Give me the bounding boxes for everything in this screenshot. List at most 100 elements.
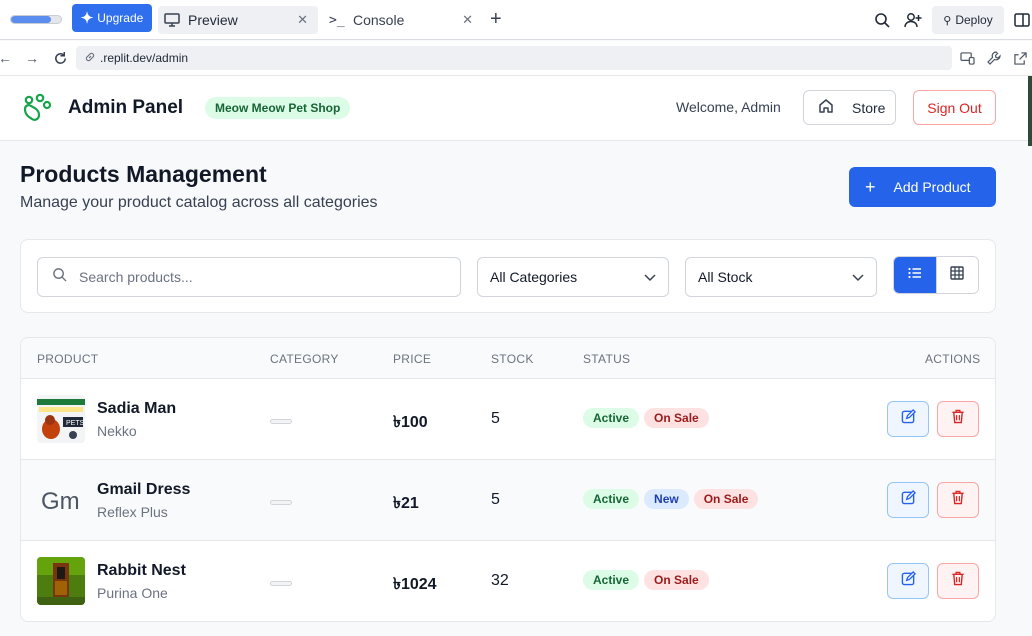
trash-icon — [951, 409, 965, 429]
browser-tab-bar: ✦ Upgrade Preview ✕ >_ Console ✕ + ⚲ Dep… — [0, 0, 1032, 40]
status-badge-on-sale: On Sale — [693, 489, 759, 509]
svg-text:PETS: PETS — [66, 420, 85, 427]
grid-view-button[interactable] — [935, 257, 978, 293]
tab-console[interactable]: >_ Console ✕ — [323, 6, 483, 34]
column-header-stock: STOCK — [491, 352, 534, 366]
load-progress-fill — [11, 16, 51, 23]
home-icon — [818, 98, 834, 117]
tab-label: Console — [353, 12, 405, 28]
close-icon[interactable]: ✕ — [462, 12, 473, 28]
product-image — [37, 557, 85, 605]
list-view-button[interactable] — [894, 257, 936, 293]
product-stock: 5 — [491, 491, 500, 508]
new-tab-icon[interactable]: + — [490, 8, 502, 30]
edit-button[interactable] — [887, 401, 929, 437]
paw-logo-icon — [20, 92, 52, 124]
delete-button[interactable] — [937, 563, 979, 599]
category-pill — [270, 581, 292, 586]
deploy-button[interactable]: ⚲ Deploy — [932, 6, 1004, 34]
tab-label: Preview — [188, 12, 238, 28]
column-header-product: PRODUCT — [37, 352, 99, 366]
product-brand: Nekko — [97, 423, 137, 439]
invite-user-icon[interactable] — [903, 10, 923, 30]
column-header-price: PRICE — [393, 352, 432, 366]
search-icon[interactable] — [872, 10, 892, 30]
product-name: Rabbit Nest — [97, 562, 186, 579]
filter-bar: All Categories All Stock — [20, 239, 996, 313]
edit-button[interactable] — [887, 563, 929, 599]
monitor-icon — [164, 13, 182, 27]
search-box[interactable] — [37, 257, 461, 297]
status-badge-on-sale: On Sale — [644, 408, 709, 428]
store-button[interactable]: Store — [803, 90, 896, 125]
page-title: Products Management — [20, 161, 267, 187]
add-product-label: Add Product — [893, 179, 971, 195]
product-image: PETS — [37, 395, 85, 443]
terminal-icon: >_ — [329, 12, 345, 28]
search-icon — [52, 267, 67, 287]
svg-text:Gm: Gm — [41, 488, 80, 515]
table-row: Gm Gmail Dress Reflex Plus ৳21 5 Active … — [21, 460, 995, 541]
search-input[interactable] — [79, 269, 439, 285]
product-price: ৳1024 — [393, 576, 437, 593]
page-subtitle: Manage your product catalog across all c… — [20, 194, 378, 211]
close-icon[interactable]: ✕ — [297, 12, 308, 28]
forward-arrow-icon[interactable]: → — [23, 49, 41, 67]
trash-icon — [951, 571, 965, 591]
table-row: Rabbit Nest Purina One ৳1024 32 Active O… — [21, 541, 995, 621]
add-product-button[interactable]: + Add Product — [849, 167, 996, 207]
back-arrow-icon[interactable]: ← — [0, 49, 14, 67]
edit-icon — [901, 409, 916, 429]
edit-button[interactable] — [887, 482, 929, 518]
column-header-actions: ACTIONS — [925, 352, 981, 366]
column-header-status: STATUS — [583, 352, 631, 366]
stock-select-value: All Stock — [698, 269, 753, 285]
category-select[interactable]: All Categories — [477, 257, 669, 297]
wrench-icon[interactable] — [985, 49, 1003, 67]
split-panel-icon[interactable] — [1012, 10, 1032, 30]
product-price: ৳100 — [393, 414, 428, 431]
url-domain: .replit.dev — [100, 51, 153, 65]
welcome-text: Welcome, Admin — [676, 99, 781, 115]
sparkle-icon: ✦ — [80, 9, 94, 27]
category-pill — [270, 500, 292, 505]
link-icon — [84, 51, 96, 66]
store-label: Store — [852, 99, 886, 116]
grid-icon — [950, 265, 965, 285]
stock-select[interactable]: All Stock — [685, 257, 877, 297]
rocket-icon: ⚲ — [943, 14, 952, 27]
product-brand: Reflex Plus — [97, 504, 168, 520]
window-edge — [1028, 76, 1032, 146]
product-price: ৳21 — [393, 495, 419, 512]
tab-preview[interactable]: Preview ✕ — [158, 6, 318, 34]
sign-out-button[interactable]: Sign Out — [913, 90, 996, 125]
chevron-down-icon — [852, 269, 864, 285]
deploy-label: Deploy — [955, 13, 993, 27]
delete-button[interactable] — [937, 482, 979, 518]
product-stock: 32 — [491, 572, 509, 589]
edit-icon — [901, 490, 916, 510]
shop-badge: Meow Meow Pet Shop — [205, 97, 351, 119]
product-brand: Purina One — [97, 585, 168, 601]
status-badge-active: Active — [583, 570, 640, 590]
table-header: PRODUCT CATEGORY PRICE STOCK STATUS ACTI… — [21, 338, 995, 379]
upgrade-button[interactable]: ✦ Upgrade — [72, 4, 152, 32]
open-external-icon[interactable] — [1011, 49, 1029, 67]
url-bar: ← → .replit.dev/admin — [0, 41, 1032, 76]
url-field[interactable]: .replit.dev/admin — [76, 46, 952, 70]
status-badge-on-sale: On Sale — [644, 570, 709, 590]
edit-icon — [901, 571, 916, 591]
category-select-value: All Categories — [490, 269, 578, 285]
plus-icon: + — [865, 177, 876, 197]
reload-icon[interactable] — [51, 49, 69, 67]
upgrade-label: Upgrade — [97, 11, 144, 25]
view-toggle — [893, 256, 979, 294]
status-badge-new: New — [644, 489, 689, 509]
delete-button[interactable] — [937, 401, 979, 437]
status-badges: Active New On Sale — [583, 489, 759, 509]
table-row: PETS Sadia Man Nekko ৳100 5 Active On Sa… — [21, 379, 995, 460]
product-image: Gm — [37, 476, 85, 524]
status-badges: Active On Sale — [583, 570, 709, 590]
chevron-down-icon — [644, 269, 656, 285]
devices-icon[interactable] — [958, 49, 976, 67]
